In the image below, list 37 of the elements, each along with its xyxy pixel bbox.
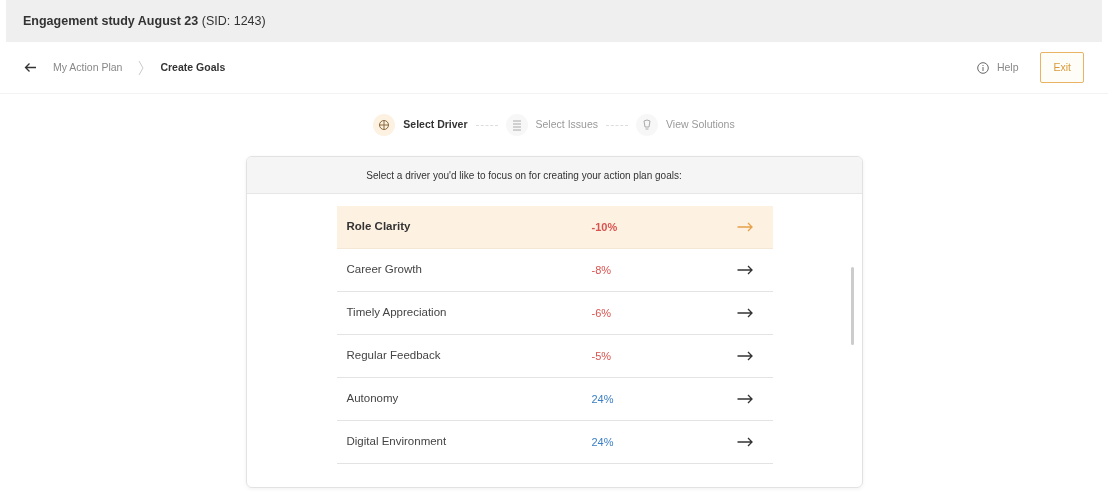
arrow-icon — [736, 394, 753, 404]
driver-name: Timely Appreciation — [346, 305, 448, 321]
page-title: Engagement study August 23 (SID: 1243) — [23, 12, 266, 30]
driver-row[interactable]: Role Clarity -10% — [336, 206, 773, 249]
arrow-icon — [736, 308, 753, 318]
driver-row[interactable]: Timely Appreciation -6% — [336, 292, 773, 335]
driver-name: Role Clarity — [346, 219, 412, 235]
back-icon[interactable] — [24, 62, 37, 73]
driver-row[interactable]: Regular Feedback -5% — [336, 335, 773, 378]
driver-score: -10% — [591, 220, 618, 233]
driver-name: Autonomy — [346, 391, 400, 407]
driver-row[interactable]: Autonomy 24% — [336, 378, 773, 421]
arrow-icon — [736, 222, 753, 232]
scrollbar-thumb[interactable] — [850, 267, 854, 345]
driver-score: 24% — [591, 392, 614, 405]
instruction-text: Select a driver you'd like to focus on for creating your action plan goals: — [366, 168, 682, 183]
globe-icon — [373, 114, 396, 136]
breadcrumb-link[interactable]: Create Goals — [160, 59, 226, 76]
arrow-icon — [736, 437, 753, 447]
breadcrumb-link[interactable]: My Action Plan — [53, 59, 123, 76]
list-icon — [505, 114, 528, 136]
step-tab[interactable]: Select Driver — [373, 114, 468, 136]
driver-name: Regular Feedback — [346, 348, 442, 364]
driver-row[interactable]: Career Growth -8% — [336, 249, 773, 292]
driver-score: 24% — [591, 435, 614, 448]
driver-name: Digital Environment — [346, 434, 448, 450]
info-icon — [976, 61, 989, 74]
chevron-icon — [138, 59, 145, 76]
driver-score: -6% — [591, 306, 612, 319]
help-link[interactable]: Help — [996, 59, 1019, 76]
arrow-icon — [736, 351, 753, 361]
driver-name: Career Growth — [346, 262, 423, 278]
driver-row[interactable]: Digital Environment 24% — [336, 421, 773, 464]
driver-score: -8% — [591, 263, 612, 276]
arrow-icon — [736, 265, 753, 275]
driver-score: -5% — [591, 349, 612, 362]
bulb-icon — [636, 114, 658, 136]
